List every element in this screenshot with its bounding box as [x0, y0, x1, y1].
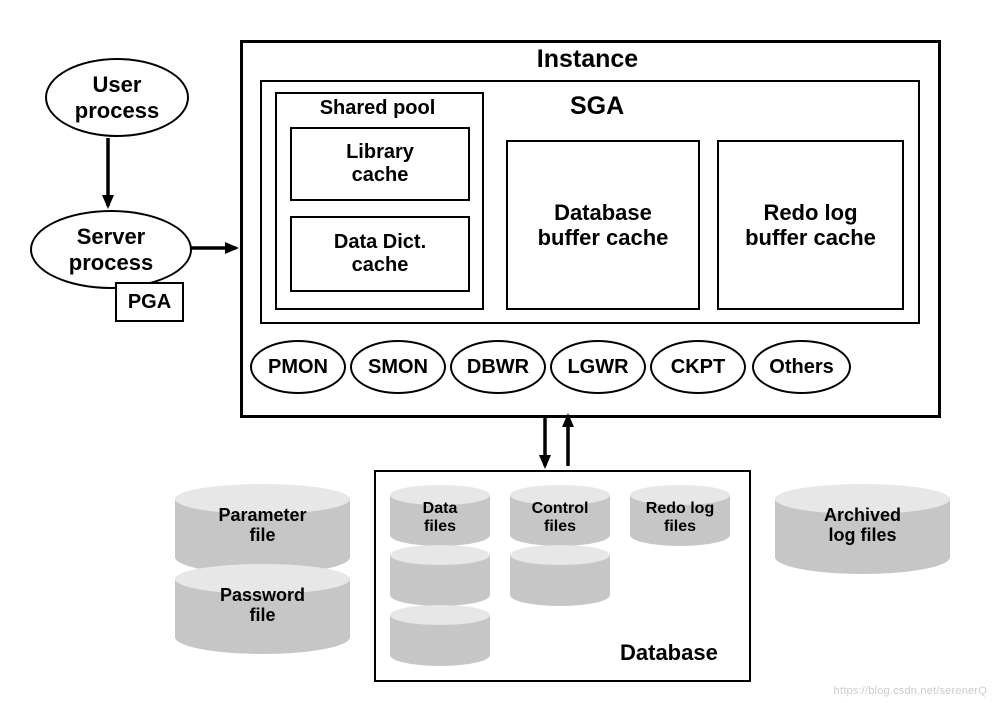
shared-pool-title: Shared pool	[275, 97, 480, 120]
pga-box: PGA	[115, 282, 184, 322]
data-files-cylinder-3	[390, 608, 490, 666]
db-buffer-cache-label: Database buffer cache	[538, 200, 669, 251]
db-buffer-cache-box: Database buffer cache	[506, 140, 700, 310]
password-file-cylinder: Password file	[175, 568, 350, 646]
redo-log-buffer-cache-label: Redo log buffer cache	[745, 200, 876, 251]
instance-title: Instance	[240, 45, 935, 74]
data-files-label: Data files	[390, 500, 490, 535]
control-files-cylinder-1: Control files	[510, 488, 610, 546]
control-files-label: Control files	[510, 500, 610, 535]
smon-label: SMON	[368, 356, 428, 379]
database-title: Database	[620, 640, 718, 665]
sga-title: SGA	[570, 92, 624, 121]
smon-process: SMON	[350, 340, 446, 394]
ckpt-process: CKPT	[650, 340, 746, 394]
dbwr-process: DBWR	[450, 340, 546, 394]
library-cache-box: Library cache	[290, 127, 470, 201]
redo-log-files-cylinder: Redo log files	[630, 488, 730, 546]
others-label: Others	[769, 356, 833, 379]
lgwr-process: LGWR	[550, 340, 646, 394]
lgwr-label: LGWR	[567, 356, 628, 379]
library-cache-label: Library cache	[346, 141, 414, 187]
redo-log-buffer-cache-box: Redo log buffer cache	[717, 140, 904, 310]
dbwr-label: DBWR	[467, 356, 529, 379]
parameter-file-cylinder: Parameter file	[175, 488, 350, 566]
archived-log-files-cylinder: Archived log files	[775, 488, 950, 566]
data-files-cylinder-1: Data files	[390, 488, 490, 546]
server-process: Server process	[30, 210, 192, 289]
data-files-cylinder-2	[390, 548, 490, 606]
pmon-label: PMON	[268, 356, 328, 379]
watermark: https://blog.csdn.net/serenerQ	[834, 685, 987, 697]
user-process-label: User process	[75, 72, 159, 123]
archived-log-files-label: Archived log files	[775, 506, 950, 546]
pga-label: PGA	[128, 291, 171, 314]
ckpt-label: CKPT	[671, 356, 725, 379]
server-process-label: Server process	[69, 224, 153, 275]
data-dict-cache-label: Data Dict. cache	[334, 231, 426, 277]
data-dict-cache-box: Data Dict. cache	[290, 216, 470, 292]
others-process: Others	[752, 340, 851, 394]
user-process: User process	[45, 58, 189, 137]
parameter-file-label: Parameter file	[175, 506, 350, 546]
redo-log-files-label: Redo log files	[630, 500, 730, 535]
password-file-label: Password file	[175, 586, 350, 626]
control-files-cylinder-2	[510, 548, 610, 606]
pmon-process: PMON	[250, 340, 346, 394]
